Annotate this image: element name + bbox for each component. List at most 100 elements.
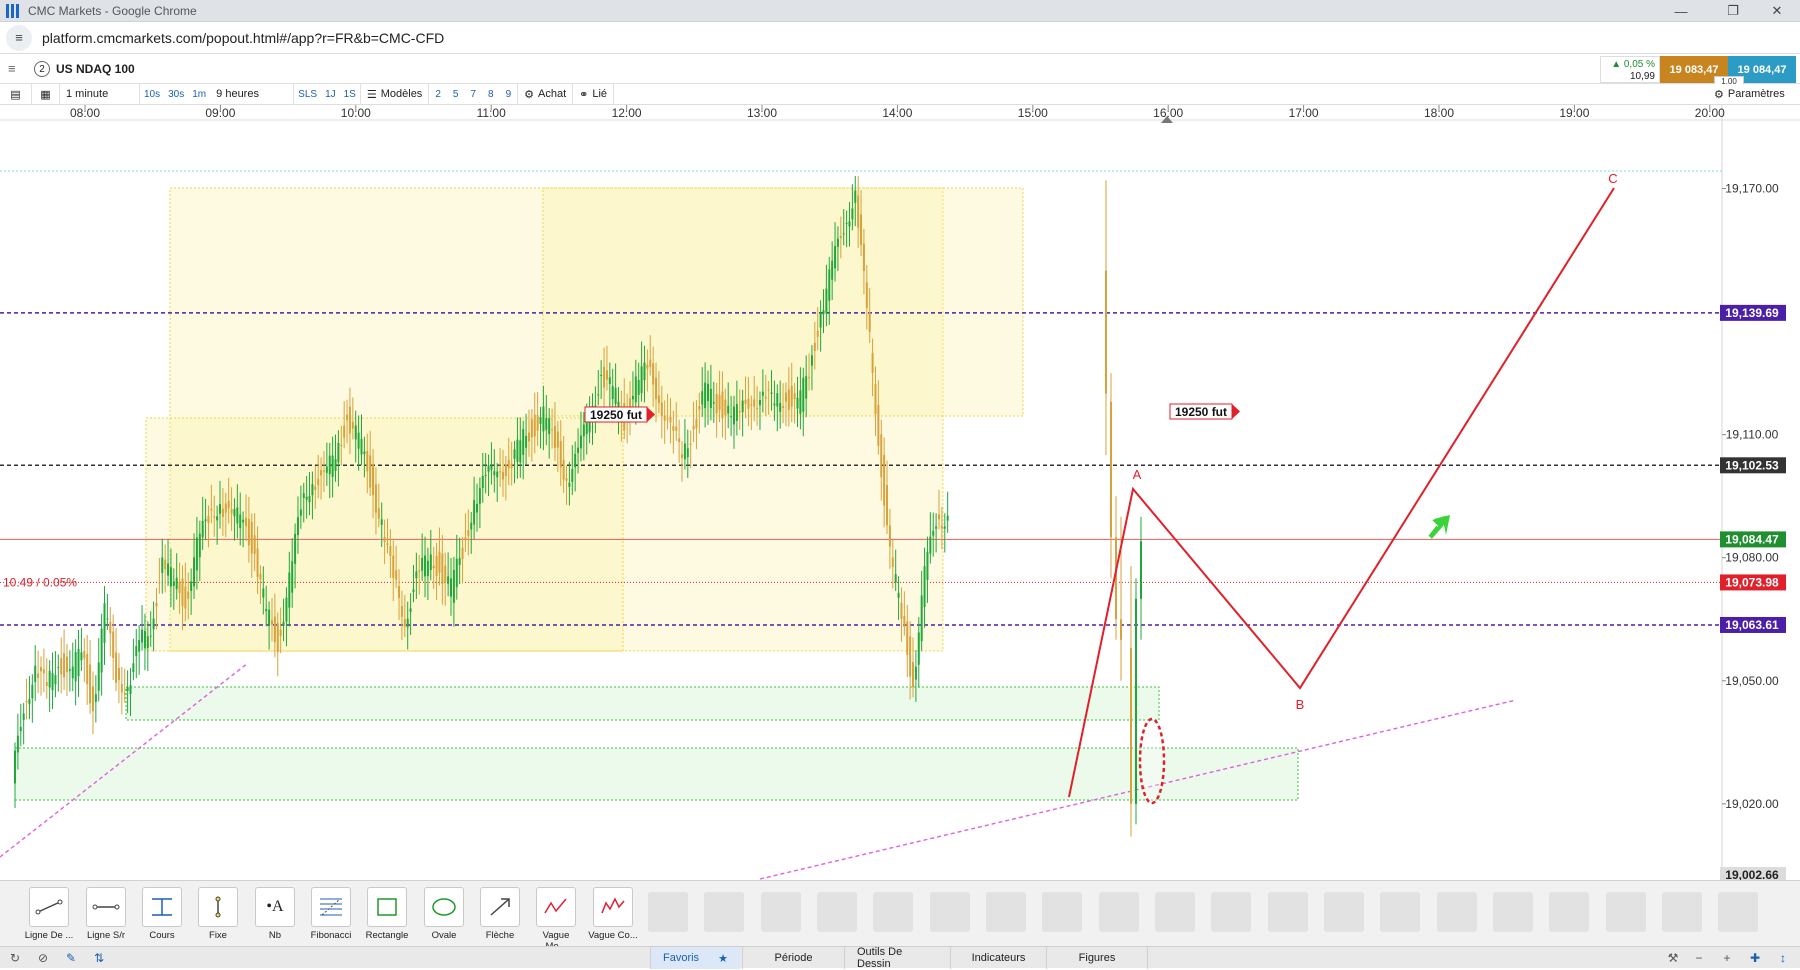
settings-button[interactable]: ⚙ Paramètres [1708, 84, 1791, 105]
size-sls[interactable]: SLS [294, 89, 321, 100]
empty-tool-slot[interactable] [704, 892, 744, 932]
zoom-in-icon[interactable]: + [1718, 949, 1736, 967]
empty-tool-slot[interactable] [873, 892, 913, 932]
pencil-icon[interactable]: ✎ [62, 949, 80, 967]
site-info-icon[interactable]: ≡ [6, 24, 32, 51]
interval-10s[interactable]: 10s [140, 89, 164, 100]
chart-svg[interactable]: 08:00 09:00 10:00 11:00 12:00 13:00 14:00 15:00… [0, 105, 1800, 883]
menu-icon[interactable]: ≡ [8, 62, 22, 76]
tool-note[interactable]: •A Nb [250, 887, 300, 941]
period-select[interactable]: 9 heures [210, 83, 295, 105]
tab-indicateurs[interactable]: Indicateurs [950, 947, 1046, 969]
empty-tool-slot[interactable] [986, 892, 1026, 932]
tab-periode[interactable]: Période [742, 947, 844, 969]
candle-body [802, 377, 805, 412]
empty-tool-slot[interactable] [930, 892, 970, 932]
interval-select[interactable]: 1 minute [60, 83, 140, 105]
candle-body [198, 533, 201, 558]
tool-wave-mo[interactable]: Vague Mo... [531, 887, 581, 952]
candle-body [141, 629, 144, 643]
empty-tool-slot[interactable] [1606, 892, 1646, 932]
candle-body [343, 425, 346, 438]
zoom-out-icon[interactable]: − [1690, 949, 1708, 967]
empty-tool-slot[interactable] [1211, 892, 1251, 932]
candle-body [299, 509, 302, 516]
empty-tool-slot[interactable] [1718, 892, 1758, 932]
tool-fixed[interactable]: Fixe [193, 887, 243, 941]
empty-tool-slot[interactable] [1662, 892, 1702, 932]
models-button[interactable]: ☰ Modèles [359, 83, 430, 105]
empty-tool-slot[interactable] [1549, 892, 1589, 932]
tools-icon[interactable]: ⚒ [1664, 949, 1682, 967]
tab-figures[interactable]: Figures [1046, 947, 1148, 969]
tab-favoris[interactable]: Favoris ★ [650, 947, 740, 969]
empty-tool-slot[interactable] [1380, 892, 1420, 932]
candle-body [519, 440, 522, 463]
instrument-selector[interactable]: 2 US NDAQ 100 [34, 58, 135, 80]
size-1s[interactable]: 1S [340, 89, 360, 100]
crosshair-icon[interactable]: ✚ [1746, 949, 1764, 967]
chart-layout-icon[interactable]: ▤ [0, 83, 32, 105]
tool-label: Vague Co... [588, 930, 638, 941]
model-9[interactable]: 9 [500, 89, 518, 100]
candle-body [923, 566, 926, 607]
candle-body [871, 353, 874, 373]
grid-layout-icon[interactable]: ▦ [32, 83, 60, 105]
candle-body [143, 630, 146, 649]
empty-tool-slot[interactable] [648, 892, 688, 932]
candle-body [68, 669, 71, 671]
tab-outils-de-dessin[interactable]: Outils De Dessin [844, 946, 950, 970]
candle-body [672, 426, 675, 431]
candle-body [678, 438, 681, 442]
candle-body [181, 578, 184, 607]
size-1j[interactable]: 1J [321, 89, 340, 100]
empty-tool-slot[interactable] [1042, 892, 1082, 932]
tool-arrow[interactable]: Flèche [475, 887, 525, 941]
candle-body [478, 488, 481, 504]
tool-wave-co[interactable]: Vague Co... [588, 887, 638, 941]
price-chart[interactable]: 08:00 09:00 10:00 11:00 12:00 13:00 14:00 15:00… [0, 105, 1800, 883]
candle-body [152, 618, 155, 630]
x-tick-label: 18:00 [1424, 106, 1454, 120]
empty-tool-slot[interactable] [1155, 892, 1195, 932]
fit-icon[interactable]: ↕ [1774, 949, 1792, 967]
candle-body [60, 658, 63, 675]
candle-body [210, 508, 213, 511]
empty-tool-slot[interactable] [1437, 892, 1477, 932]
interval-30s[interactable]: 30s [164, 89, 188, 100]
model-5[interactable]: 5 [447, 89, 465, 100]
candle-body [842, 233, 845, 235]
minimize-icon[interactable]: — [1658, 0, 1704, 22]
tool-oval[interactable]: Ovale [419, 887, 469, 941]
empty-tool-slot[interactable] [1493, 892, 1533, 932]
restore-icon[interactable]: ❐ [1710, 0, 1756, 22]
model-2[interactable]: 2 [429, 89, 447, 100]
empty-tool-slot[interactable] [817, 892, 857, 932]
empty-tool-slot[interactable] [1099, 892, 1139, 932]
candle-body [236, 507, 239, 524]
linked-button[interactable]: ⚭ Lié [573, 83, 615, 105]
tool-sr-line[interactable]: Ligne S/r [81, 887, 131, 941]
gear-icon: ⚙ [1714, 88, 1724, 101]
empty-tool-slot[interactable] [1268, 892, 1308, 932]
url-field[interactable]: platform.cmcmarkets.com/popout.html#/app… [42, 30, 444, 46]
empty-tool-slot[interactable] [761, 892, 801, 932]
close-icon[interactable]: ✕ [1754, 0, 1800, 22]
candle-body [669, 416, 672, 423]
candle-body [551, 429, 554, 431]
tool-rectangle[interactable]: Rectangle [362, 887, 412, 941]
model-7[interactable]: 7 [464, 89, 482, 100]
tool-fibonacci[interactable]: Fibonacci [306, 887, 356, 941]
tool-price[interactable]: Cours [137, 887, 187, 941]
x-tick-label: 14:00 [882, 106, 912, 120]
model-8[interactable]: 8 [482, 89, 500, 100]
empty-tool-slot[interactable] [1324, 892, 1364, 932]
clear-icon[interactable]: ⊘ [34, 949, 52, 967]
swap-icon[interactable]: ⇅ [90, 949, 108, 967]
candle-body [473, 500, 476, 525]
candle-body [888, 525, 891, 547]
refresh-icon[interactable]: ↻ [6, 949, 24, 967]
interval-1m[interactable]: 1m [188, 89, 210, 100]
buy-button[interactable]: ⚙ Achat [517, 83, 574, 105]
tool-trend-line[interactable]: Ligne De ... [24, 887, 74, 941]
